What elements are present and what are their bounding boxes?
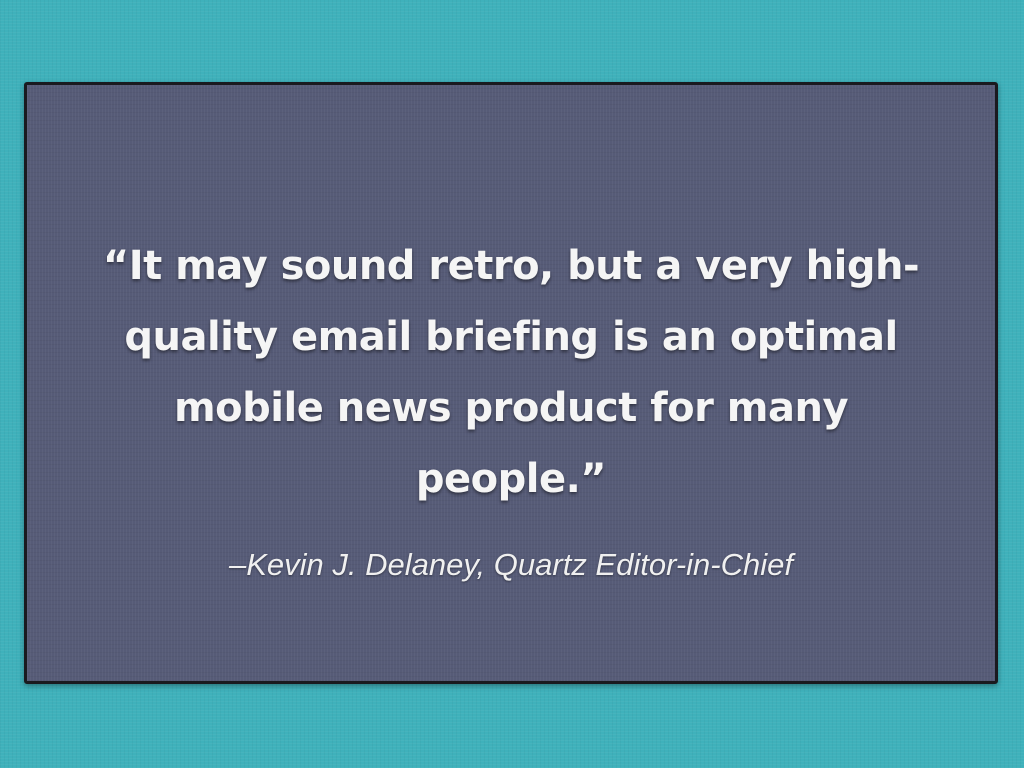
quote-panel: “It may sound retro, but a very high-qua… [24, 82, 998, 684]
quote-text: “It may sound retro, but a very high-qua… [102, 243, 920, 502]
quote-attribution: –Kevin J. Delaney, Quartz Editor-in-Chie… [229, 547, 793, 582]
